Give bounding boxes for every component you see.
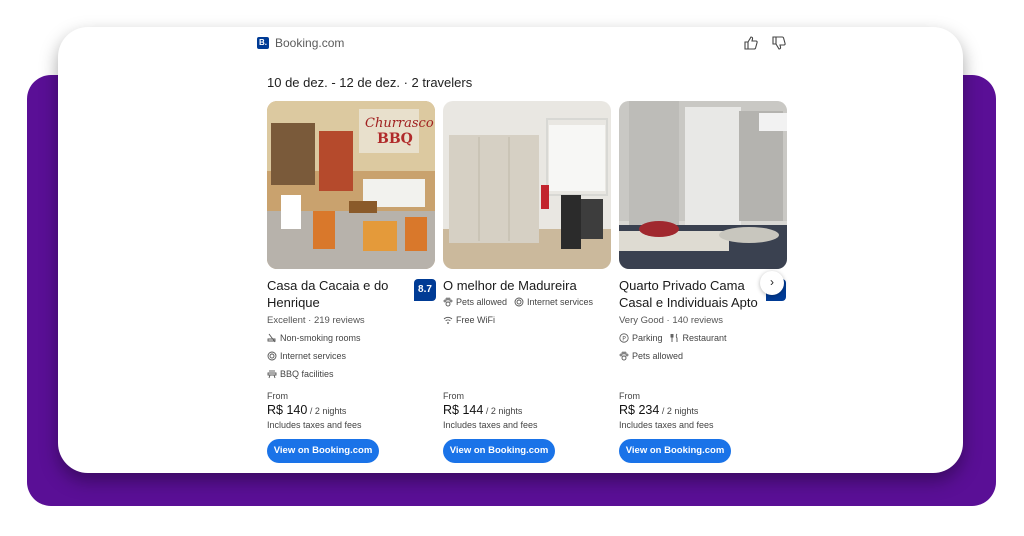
amenity-label: Non-smoking rooms [280, 333, 361, 343]
hotel-photo[interactable] [619, 101, 787, 269]
wifi-icon [443, 316, 453, 324]
amenity-item: Free WiFi [443, 315, 495, 325]
amenity-label: Pets allowed [632, 351, 684, 361]
amenity-item: Internet services [267, 351, 346, 361]
parking-icon: P [619, 333, 629, 343]
svg-text:Churrasco: Churrasco [365, 116, 434, 131]
internet-icon [267, 351, 277, 361]
price-amount: R$ 234 [619, 403, 660, 417]
svg-text:BBQ: BBQ [377, 131, 413, 147]
amenity-item: Pets allowed [619, 351, 683, 361]
amenity-item: Non-smoking rooms [267, 333, 361, 343]
amenity-item: Pets allowed Internet services [443, 297, 593, 307]
price-nights: / 2 nights [307, 406, 347, 416]
booking-results-card: B. Booking.com 10 de dez. - 12 de dez. ·… [58, 27, 963, 473]
price-amount: R$ 140 [267, 403, 308, 417]
no-smoking-icon [267, 333, 276, 343]
amenity-label: Pets allowed [456, 297, 508, 307]
amenity-label: BBQ facilities [280, 369, 334, 379]
price: R$ 144 / 2 nights [443, 403, 522, 417]
amenity-item: BBQ facilities [267, 369, 334, 379]
amenity-label: Restaurant [682, 333, 727, 343]
amenity-label: Parking [632, 333, 663, 343]
review-score-badge: 8.7 [414, 279, 436, 301]
amenity-label: Internet services [280, 351, 347, 361]
price-amount: R$ 144 [443, 403, 484, 417]
price-nights: / 2 nights [659, 406, 699, 416]
view-on-booking-button[interactable]: View on Booking.com [267, 439, 379, 463]
price: R$ 140 / 2 nights [267, 403, 346, 417]
price-nights: / 2 nights [483, 406, 523, 416]
carousel-next-button[interactable]: › [760, 271, 784, 295]
taxes-note: Includes taxes and fees [267, 420, 362, 430]
chevron-right-icon: › [770, 275, 774, 289]
hotel-photo[interactable] [443, 101, 611, 269]
from-label: From [267, 391, 288, 401]
bbq-icon [267, 370, 277, 379]
view-on-booking-button[interactable]: View on Booking.com [443, 439, 555, 463]
from-label: From [443, 391, 464, 401]
hotel-name[interactable]: Quarto Privado Cama Casal e Individuais … [619, 277, 761, 311]
brand-name: Booking.com [275, 36, 345, 50]
card-header: B. Booking.com [257, 36, 787, 56]
view-on-booking-button[interactable]: View on Booking.com [619, 439, 731, 463]
hotel-name[interactable]: Casa da Cacaia e do Henrique [267, 277, 409, 311]
booking-logo-icon: B. [257, 37, 269, 49]
hotel-name[interactable]: O melhor de Madureira [443, 277, 603, 294]
svg-text:P: P [622, 335, 626, 342]
rating-text: Very Good · 140 reviews [619, 315, 724, 326]
rating-text: Excellent · 219 reviews [267, 315, 365, 326]
amenity-item: P Parking Restaurant [619, 333, 727, 343]
price: R$ 234 / 2 nights [619, 403, 698, 417]
amenity-label: Free WiFi [456, 315, 495, 325]
amenity-label: Internet services [527, 297, 594, 307]
pets-icon [443, 297, 453, 307]
dates-travelers: 10 de dez. - 12 de dez. · 2 travelers [267, 75, 473, 90]
taxes-note: Includes taxes and fees [619, 420, 714, 430]
taxes-note: Includes taxes and fees [443, 420, 538, 430]
pets-icon [619, 351, 629, 361]
hotel-photo[interactable]: Churrasco BBQ [267, 101, 435, 269]
from-label: From [619, 391, 640, 401]
thumbs-up-icon[interactable] [743, 35, 759, 51]
internet-icon [514, 297, 524, 307]
thumbs-down-icon[interactable] [771, 35, 787, 51]
restaurant-icon [670, 333, 677, 342]
